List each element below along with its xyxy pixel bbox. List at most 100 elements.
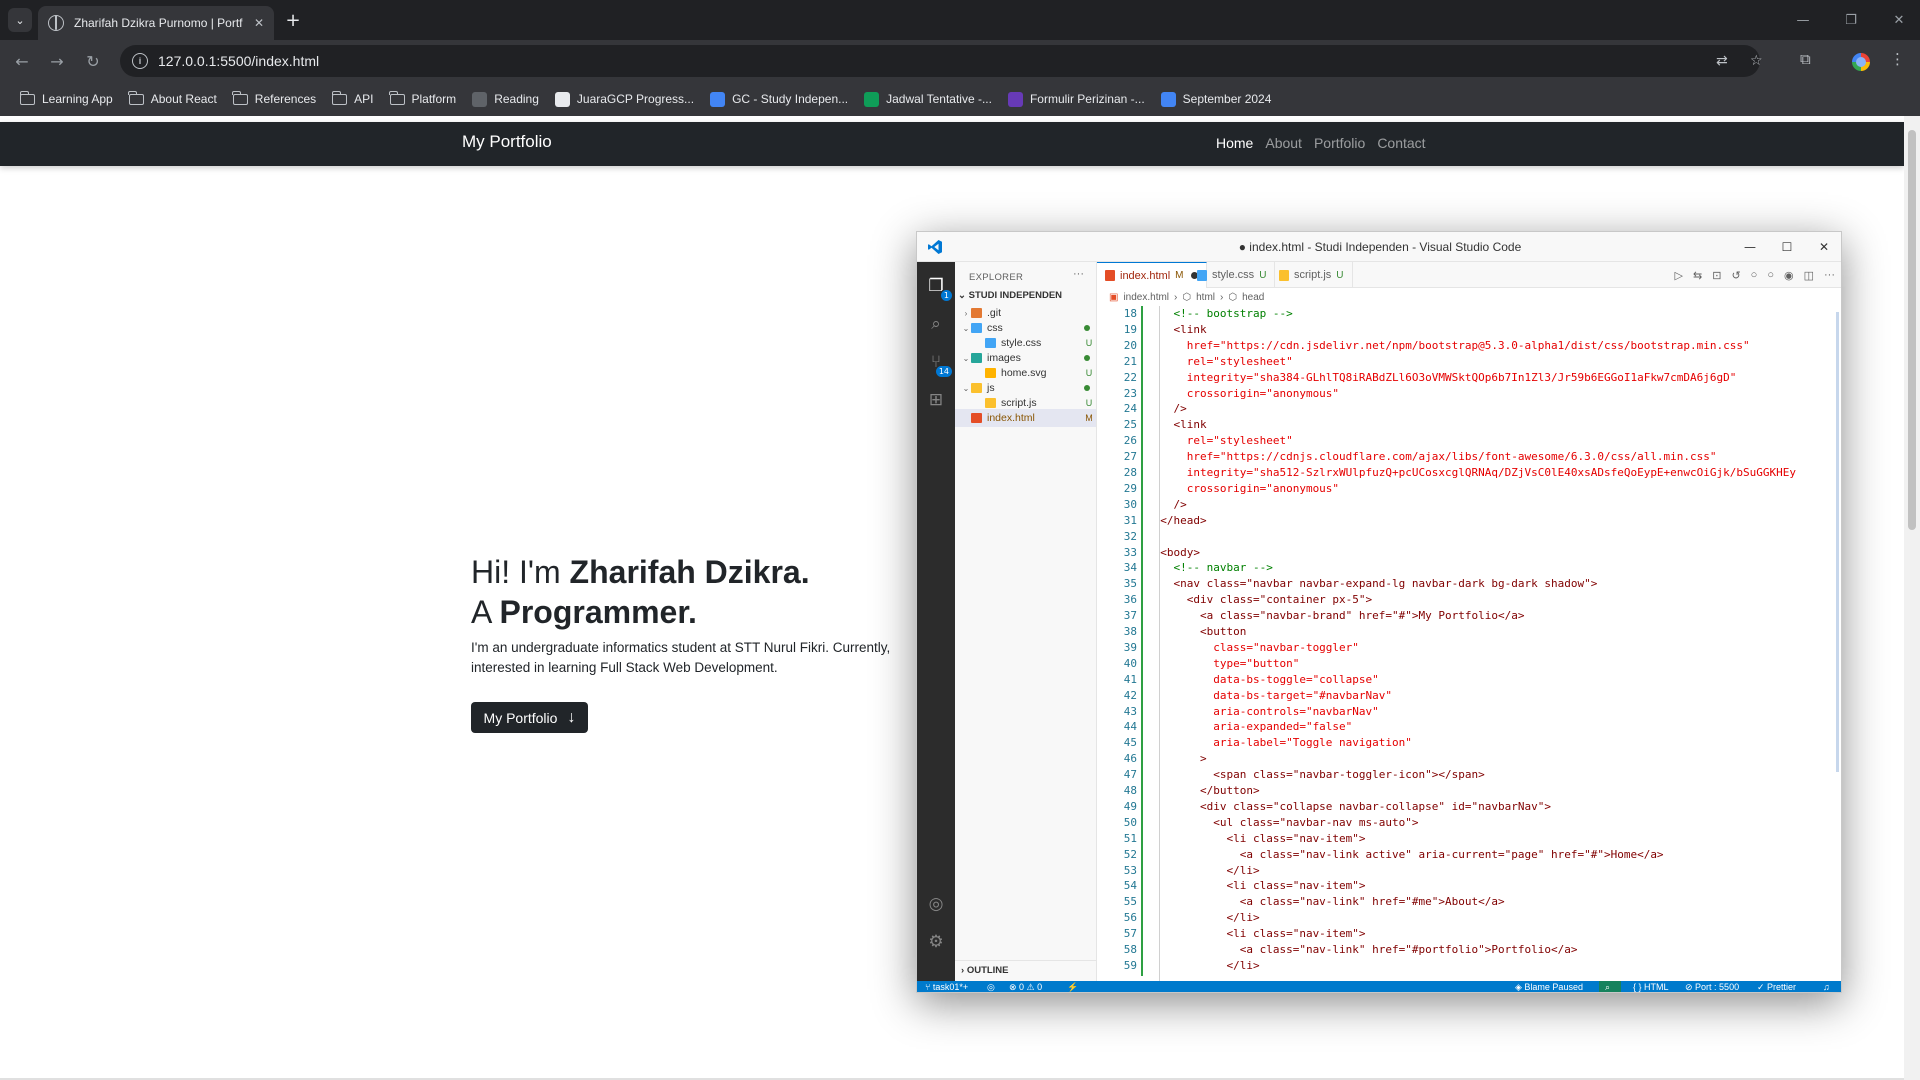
- code-editor[interactable]: 18 <!-- bootstrap --> 19 <link 20 href="ht…: [1097, 306, 1841, 981]
- line-source: />: [1147, 402, 1187, 416]
- tab-status: U: [1259, 269, 1267, 281]
- translate-icon[interactable]: ⇄: [1716, 53, 1728, 69]
- explorer-icon[interactable]: ❐ 1: [924, 274, 952, 301]
- back-icon[interactable]: ←: [9, 48, 35, 74]
- run-icon[interactable]: ▷: [1675, 269, 1683, 282]
- close-tab-icon[interactable]: ✕: [254, 16, 264, 30]
- vscode-minimize-icon[interactable]: —: [1737, 238, 1763, 256]
- editor-more-icon[interactable]: ···: [1824, 269, 1835, 282]
- blame-status[interactable]: ◈ Blame Paused: [1515, 982, 1583, 992]
- bookmark-item[interactable]: About React: [121, 86, 225, 112]
- minimize-icon[interactable]: —: [1788, 8, 1818, 32]
- site-brand[interactable]: My Portfolio: [462, 132, 552, 152]
- bookmark-item[interactable]: References: [225, 86, 324, 112]
- bookmark-star-icon[interactable]: ☆: [1750, 53, 1763, 69]
- zoom-icon[interactable]: ⌕: [1605, 982, 1610, 992]
- vscode-close-icon[interactable]: ✕: [1811, 238, 1837, 256]
- browser-tab[interactable]: Zharifah Dzikra Purnomo | Portf ✕: [38, 6, 274, 40]
- line-number: 59: [1123, 958, 1137, 972]
- extensions-view-icon[interactable]: ⊞: [924, 388, 948, 412]
- line-source: crossorigin="anonymous": [1147, 481, 1340, 495]
- nav-link-home[interactable]: Home: [1216, 135, 1253, 151]
- revert-icon[interactable]: ↺: [1731, 269, 1740, 282]
- code-line: 29 crossorigin="anonymous": [1097, 481, 1841, 497]
- language-mode[interactable]: { } HTML: [1633, 982, 1669, 992]
- tree-item-label: style.css: [1001, 337, 1042, 349]
- code-line: 41 data-bs-toggle="collapse": [1097, 672, 1841, 688]
- tree-item[interactable]: index.html M: [955, 409, 1096, 427]
- workspace-root[interactable]: ⌄ STUDI INDEPENDEN: [958, 290, 1062, 301]
- breadcrumb-item-head[interactable]: head: [1242, 292, 1264, 303]
- next-change-icon[interactable]: ○: [1767, 269, 1774, 282]
- breadcrumb-item-html[interactable]: html: [1196, 292, 1215, 303]
- prev-change-icon[interactable]: ○: [1751, 269, 1758, 282]
- problems-count[interactable]: ⊗ 0 ⚠ 0: [1009, 982, 1042, 992]
- compare-icon[interactable]: ⇆: [1693, 269, 1702, 282]
- line-source: aria-controls="navbarNav": [1147, 704, 1379, 718]
- bookmark-item[interactable]: Platform: [382, 86, 465, 112]
- new-tab-icon[interactable]: +: [281, 8, 305, 32]
- nav-link-about[interactable]: About: [1265, 135, 1302, 151]
- editor-tab[interactable]: script.js U: [1271, 262, 1353, 288]
- nav-link-contact[interactable]: Contact: [1377, 135, 1425, 151]
- restore-icon[interactable]: ❐: [1836, 8, 1866, 32]
- file-type-icon: [1197, 269, 1207, 281]
- nav-link-portfolio[interactable]: Portfolio: [1314, 135, 1365, 151]
- my-portfolio-button[interactable]: My Portfolio ↓: [471, 702, 588, 733]
- settings-gear-icon[interactable]: ⚙: [924, 930, 948, 954]
- forward-icon[interactable]: →: [44, 48, 70, 74]
- live-server-icon[interactable]: ◉: [1784, 269, 1794, 282]
- accounts-icon[interactable]: ◎: [924, 892, 948, 916]
- editor-scrollbar[interactable]: [1833, 306, 1841, 981]
- notifications-bell-icon[interactable]: ♫: [1823, 982, 1830, 992]
- breadcrumb-item-file[interactable]: index.html: [1123, 292, 1169, 303]
- reload-icon[interactable]: ↻: [80, 48, 106, 74]
- tab-search-icon[interactable]: ⌄: [8, 8, 32, 32]
- code-line: 24 />: [1097, 401, 1841, 417]
- line-source: </li>: [1147, 863, 1260, 877]
- bookmark-item[interactable]: API: [324, 86, 381, 112]
- more-actions-icon[interactable]: ···: [1073, 268, 1084, 280]
- outline-section[interactable]: › OUTLINE: [955, 960, 1096, 980]
- bookmark-item[interactable]: Formulir Perizinan -...: [1000, 86, 1153, 112]
- classroom-icon: [710, 91, 726, 107]
- line-number: 43: [1123, 704, 1137, 718]
- git-branch[interactable]: ⑂ task01*+: [925, 982, 968, 992]
- line-source: </li>: [1147, 958, 1260, 972]
- file-type-icon: [971, 353, 982, 363]
- live-server-port[interactable]: ⊘ Port : 5500: [1685, 982, 1739, 992]
- bookmark-item[interactable]: September 2024: [1153, 86, 1280, 112]
- folder-icon: [19, 90, 35, 105]
- activity-bar: ❐ 1 ⌕ ⑂ 14 ⊞ ◎ ⚙: [917, 262, 955, 981]
- bookmark-label: References: [254, 92, 317, 106]
- code-line: 46 >: [1097, 751, 1841, 767]
- address-bar[interactable]: i 127.0.0.1:5500/index.html: [120, 45, 1760, 77]
- bookmark-item[interactable]: Jadwal Tentative -...: [856, 86, 1000, 112]
- extensions-icon[interactable]: ⧉: [1800, 50, 1811, 68]
- line-number: 33: [1123, 545, 1137, 559]
- vscode-maximize-icon[interactable]: ☐: [1774, 238, 1800, 256]
- line-number: 36: [1123, 593, 1137, 607]
- search-icon[interactable]: ⌕: [924, 312, 948, 336]
- lightning-icon[interactable]: ⚡: [1067, 982, 1078, 992]
- menu-dots-icon[interactable]: ⋮: [1890, 50, 1905, 68]
- page-scrollbar[interactable]: [1904, 116, 1920, 1080]
- bookmark-item[interactable]: Reading: [464, 86, 547, 112]
- bookmark-item[interactable]: Learning App: [12, 86, 121, 112]
- source-control-icon[interactable]: ⑂ 14: [924, 350, 952, 377]
- prettier-status[interactable]: ✓ Prettier: [1757, 982, 1796, 992]
- profile-avatar[interactable]: [1850, 51, 1872, 73]
- bookmark-item[interactable]: JuaraGCP Progress...: [547, 86, 702, 112]
- bookmark-item[interactable]: GC - Study Indepen...: [702, 86, 856, 112]
- bookmark-label: Learning App: [42, 92, 113, 106]
- code-line: 58 <a class="nav-link" href="#portfolio"…: [1097, 942, 1841, 958]
- close-window-icon[interactable]: ✕: [1884, 8, 1914, 32]
- site-info-icon[interactable]: i: [132, 53, 148, 69]
- sync-icon[interactable]: ◎: [987, 982, 995, 992]
- preview-icon[interactable]: ⊡: [1712, 269, 1721, 282]
- line-number: 46: [1123, 752, 1137, 766]
- split-editor-icon[interactable]: ◫: [1804, 269, 1814, 282]
- line-number: 21: [1123, 354, 1137, 368]
- scrollbar-thumb[interactable]: [1908, 130, 1916, 530]
- editor-tab[interactable]: style.css U: [1189, 262, 1276, 288]
